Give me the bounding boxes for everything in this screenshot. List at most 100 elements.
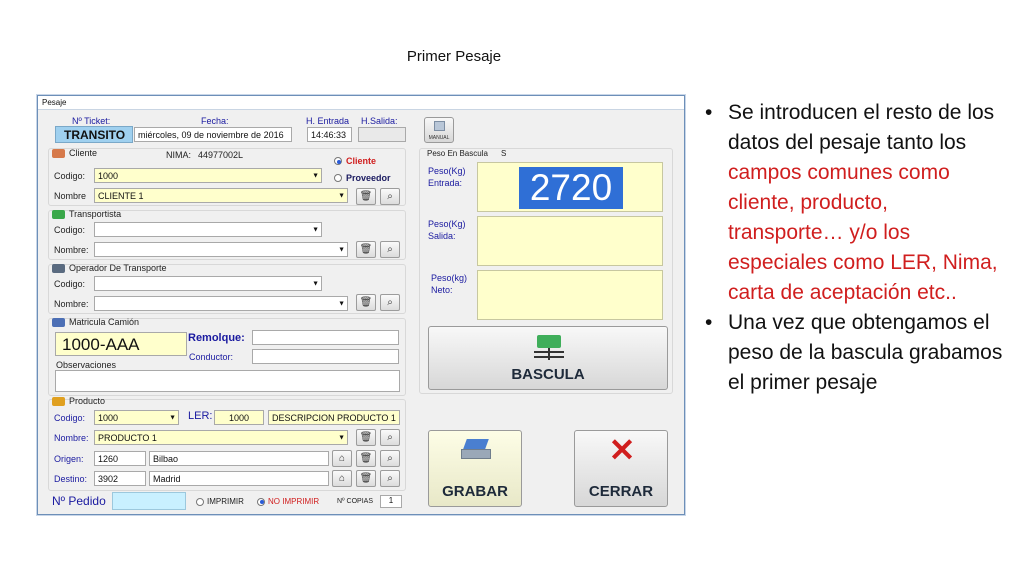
operador-nombre-combo[interactable]: ▼ <box>94 296 348 311</box>
transportista-nombre-label: Nombre: <box>54 245 89 255</box>
descripcion-field[interactable]: DESCRIPCION PRODUCTO 1 <box>268 410 400 425</box>
producto-nombre-combo[interactable]: PRODUCTO 1 ▼ <box>94 430 348 445</box>
observaciones-label: Observaciones <box>56 360 117 370</box>
transportista-search-button[interactable]: ⌕ <box>380 241 400 258</box>
grabar-button[interactable]: GRABAR <box>428 430 522 507</box>
radio-proveedor[interactable]: Proveedor <box>334 173 391 183</box>
origen-home-button[interactable]: ⌂ <box>332 450 352 467</box>
ticket-field[interactable]: TRANSITO <box>55 126 133 143</box>
operador-codigo-label: Codigo: <box>54 279 86 289</box>
producto-nombre-label: Nombre: <box>54 433 89 443</box>
origen-delete-button[interactable]: 🗑 <box>356 450 376 467</box>
transportista-delete-button[interactable]: 🗑 <box>356 241 376 258</box>
operador-delete-button[interactable]: 🗑 <box>356 294 376 311</box>
close-icon: ✕ <box>608 432 636 468</box>
matricula-field[interactable]: 1000-AAA <box>55 332 187 356</box>
destino-home-button[interactable]: ⌂ <box>332 470 352 487</box>
transportista-codigo-combo[interactable]: ▼ <box>94 222 322 237</box>
chevron-down-icon: ▼ <box>169 414 176 421</box>
origen-search-button[interactable]: ⌕ <box>380 450 400 467</box>
peso-neto-box[interactable] <box>477 270 663 320</box>
cerrar-button-label: CERRAR <box>588 483 654 500</box>
window-title: Pesaje <box>38 96 684 110</box>
producto-delete-button[interactable]: 🗑 <box>356 429 376 446</box>
pesaje-window: Pesaje Nº Ticket: TRANSITO Fecha: miérco… <box>37 95 685 515</box>
producto-nombre-value: PRODUCTO 1 <box>98 433 157 443</box>
cliente-delete-button[interactable]: 🗑 <box>356 188 376 205</box>
nima-value: 44977002L <box>198 150 244 160</box>
manual-label: MANUAL <box>428 135 450 141</box>
origen-code-field[interactable]: 1260 <box>94 451 146 466</box>
transportista-section-label: Transportista <box>69 209 122 219</box>
radio-imprimir-dot <box>196 497 204 506</box>
operador-codigo-combo[interactable]: ▼ <box>94 276 322 291</box>
radio-cliente[interactable]: Cliente <box>334 156 376 166</box>
remolque-label: Remolque: <box>188 332 245 344</box>
peso-entrada-box[interactable]: 2720 <box>477 162 663 212</box>
conductor-field[interactable] <box>252 349 399 364</box>
chevron-down-icon: ▼ <box>312 172 319 179</box>
hora-salida-label: H.Salida: <box>361 116 398 126</box>
bascula-button-label: BASCULA <box>511 366 585 383</box>
radio-imprimir[interactable]: IMPRIMIR <box>196 497 244 506</box>
bascula-button[interactable]: BASCULA <box>428 326 668 390</box>
observaciones-field[interactable] <box>55 370 400 392</box>
cliente-section: Cliente <box>52 148 97 158</box>
hora-entrada-field[interactable]: 14:46:33 <box>307 127 352 142</box>
trash-icon: 🗑 <box>359 453 373 464</box>
transportista-nombre-combo[interactable]: ▼ <box>94 242 348 257</box>
search-icon: ⌕ <box>387 432 393 443</box>
hora-entrada-label: H. Entrada <box>306 116 350 126</box>
trash-icon: 🗑 <box>359 432 373 443</box>
peso-entrada-label: Peso(Kg) Entrada: <box>428 166 466 188</box>
copias-field[interactable]: 1 <box>380 495 402 508</box>
destino-search-button[interactable]: ⌕ <box>380 470 400 487</box>
save-icon <box>461 439 491 463</box>
operador-search-button[interactable]: ⌕ <box>380 294 400 311</box>
bullet-1: Se introducen el resto de los datos del … <box>703 98 1008 308</box>
bullet-1-text: Se introducen el resto de los datos del … <box>728 101 995 154</box>
cliente-codigo-combo[interactable]: 1000 ▼ <box>94 168 322 183</box>
peso-salida-box[interactable] <box>477 216 663 266</box>
operador-nombre-label: Nombre: <box>54 299 89 309</box>
tools-icon <box>52 396 65 406</box>
producto-codigo-combo[interactable]: 1000 ▼ <box>94 410 179 425</box>
producto-codigo-value: 1000 <box>98 413 119 423</box>
cerrar-button[interactable]: ✕ CERRAR <box>574 430 668 507</box>
chevron-down-icon: ▼ <box>312 226 319 233</box>
trash-icon: 🗑 <box>359 244 373 255</box>
origen-label: Origen: <box>54 454 84 464</box>
fecha-label: Fecha: <box>201 116 229 126</box>
hora-salida-field[interactable] <box>358 127 406 142</box>
pedido-field[interactable] <box>112 492 186 510</box>
manual-button[interactable]: MANUAL <box>424 117 454 143</box>
truck-icon <box>52 263 65 273</box>
search-icon: ⌕ <box>387 191 393 202</box>
remolque-field[interactable] <box>252 330 399 345</box>
ler-field[interactable]: 1000 <box>214 410 264 425</box>
radio-no-imprimir-label: NO IMPRIMIR <box>268 497 320 506</box>
radio-no-imprimir[interactable]: NO IMPRIMIR <box>257 497 319 506</box>
destino-name-field[interactable]: Madrid <box>149 471 329 486</box>
producto-section-label: Producto <box>69 396 106 406</box>
pedido-label: Nº Pedido <box>52 494 106 508</box>
radio-proveedor-label: Proveedor <box>346 173 391 183</box>
fecha-field[interactable]: miércoles, 09 de noviembre de 2016 <box>134 127 292 142</box>
slide-title: Primer Pesaje <box>406 48 502 65</box>
origen-name-field[interactable]: Bilbao <box>149 451 329 466</box>
ticket-label: Nº Ticket: <box>72 116 111 126</box>
truck-icon <box>52 317 65 327</box>
search-icon: ⌕ <box>387 297 393 308</box>
peso-salida-label: Peso(Kg) Salida: <box>428 219 466 241</box>
cliente-search-button[interactable]: ⌕ <box>380 188 400 205</box>
radio-proveedor-dot <box>334 174 342 182</box>
cliente-nombre-combo[interactable]: CLIENTE 1 ▼ <box>94 188 348 203</box>
bullet-2: Una vez que obtengamos el peso de la bas… <box>703 308 1008 398</box>
radio-imprimir-label: IMPRIMIR <box>207 497 244 506</box>
destino-code-field[interactable]: 3902 <box>94 471 146 486</box>
people-icon <box>52 148 65 158</box>
producto-search-button[interactable]: ⌕ <box>380 429 400 446</box>
search-icon: ⌕ <box>387 453 393 464</box>
destino-delete-button[interactable]: 🗑 <box>356 470 376 487</box>
home-icon: ⌂ <box>338 453 346 464</box>
